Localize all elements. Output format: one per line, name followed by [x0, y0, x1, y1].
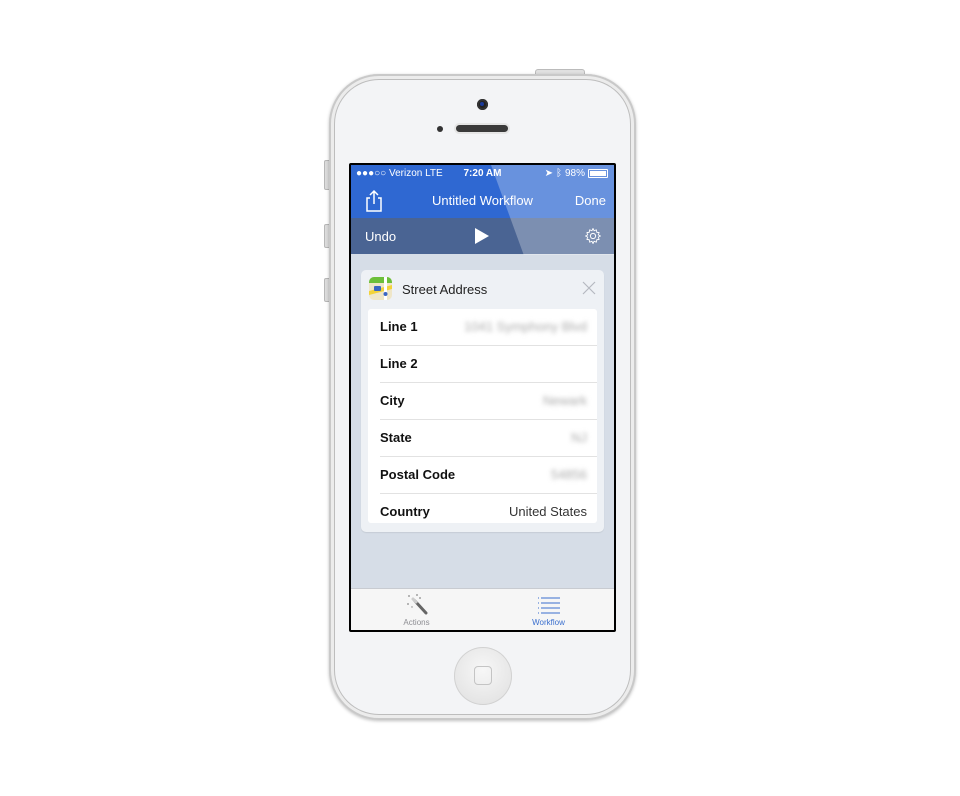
close-icon[interactable] [582, 281, 596, 295]
field-label: State [380, 430, 412, 445]
status-bar: ●●●○○ Verizon LTE 7:20 AM ➤ ᛒ 98% [351, 165, 614, 183]
action-header: Street Address [361, 270, 604, 308]
field-line-2[interactable]: Line 2 [380, 346, 597, 383]
done-button[interactable]: Done [575, 193, 606, 208]
field-state[interactable]: State NJ [380, 420, 597, 457]
field-label: Postal Code [380, 467, 456, 482]
bluetooth-icon: ᛒ [555, 168, 562, 179]
field-value[interactable]: United States [509, 504, 587, 519]
field-label: Line 1 [380, 319, 418, 334]
field-label: Line 2 [380, 356, 418, 371]
field-label: Country [380, 504, 430, 519]
status-right: ➤ ᛒ 98% [545, 168, 608, 179]
tab-label: Workflow [532, 618, 565, 627]
location-icon: ➤ [544, 168, 553, 179]
field-line-1[interactable]: Line 1 1041 Symphony Blvd [380, 309, 597, 346]
workflow-toolbar: Undo [351, 218, 614, 254]
magic-wand-icon [406, 594, 427, 615]
undo-button[interactable]: Undo [365, 229, 396, 244]
street-address-action[interactable]: Street Address Line 1 1041 Symphony Blvd… [361, 270, 604, 532]
battery-icon [588, 169, 608, 178]
earpiece-speaker [456, 125, 508, 132]
field-country[interactable]: Country United States [380, 494, 597, 530]
field-postal-code[interactable]: Postal Code 54856 [380, 457, 597, 494]
field-value[interactable]: NJ [571, 430, 587, 445]
field-value[interactable]: 1041 Symphony Blvd [464, 319, 587, 334]
list-icon [537, 597, 560, 614]
front-camera [477, 99, 488, 110]
play-icon[interactable] [475, 228, 489, 244]
navigation-bar: Untitled Workflow Done [351, 183, 614, 218]
home-button[interactable] [454, 647, 512, 705]
tab-label: Actions [403, 618, 430, 627]
tab-actions[interactable]: Actions [351, 589, 482, 630]
action-title: Street Address [402, 282, 488, 297]
battery-percent: 98% [564, 168, 585, 179]
proximity-sensor [437, 126, 443, 132]
field-value[interactable]: 54856 [551, 467, 587, 482]
tab-workflow[interactable]: Workflow [483, 589, 614, 630]
field-city[interactable]: City Newark [380, 383, 597, 420]
field-label: City [380, 393, 405, 408]
phone-screen: ●●●○○ Verizon LTE 7:20 AM ➤ ᛒ 98% Untitl… [349, 163, 616, 632]
maps-icon [369, 277, 392, 300]
field-value[interactable]: Newark [543, 393, 587, 408]
gear-icon[interactable] [584, 227, 602, 245]
tab-bar: Actions Workflow [351, 588, 614, 630]
address-fields: Line 1 1041 Symphony Blvd Line 2 City Ne… [368, 309, 597, 523]
